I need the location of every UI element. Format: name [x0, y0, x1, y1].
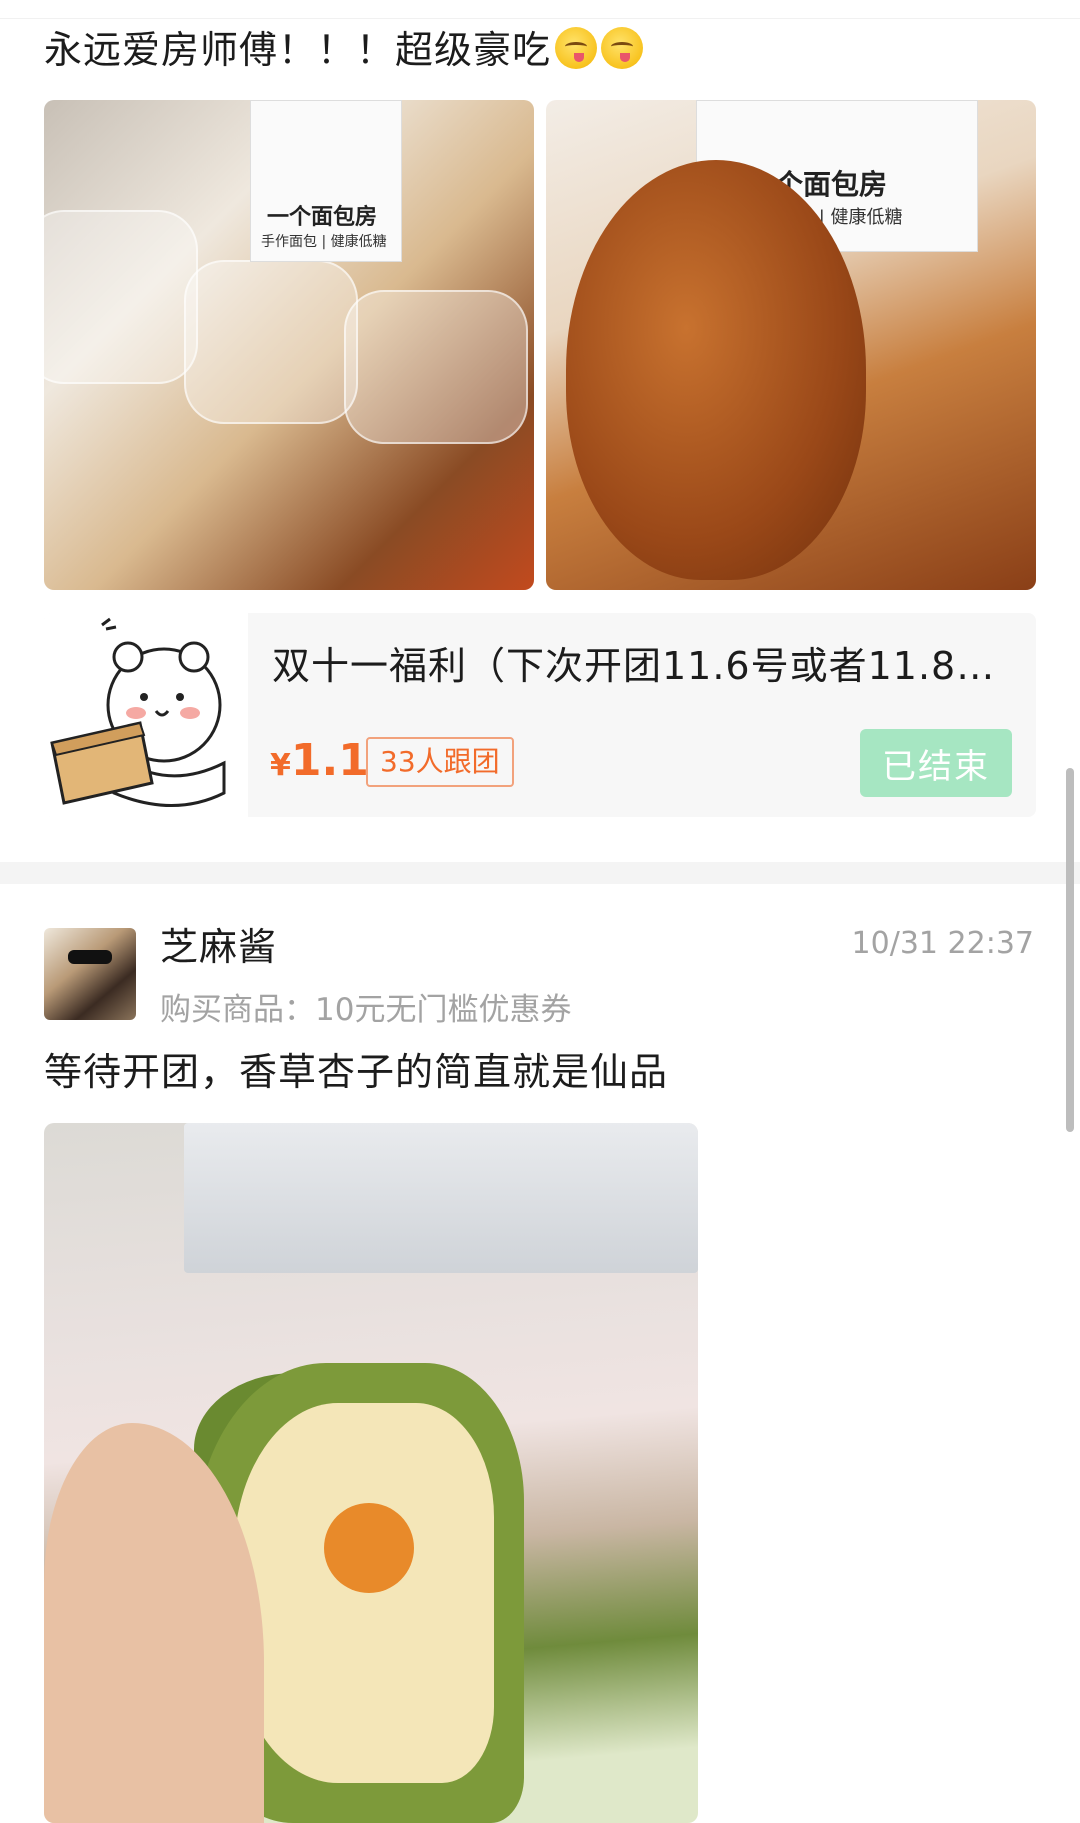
shop-label-subtext: 手作面包 | 健康低糖	[261, 234, 387, 250]
status-ended-button[interactable]: 已结束	[860, 729, 1012, 797]
group-count-badge: 33人跟团	[366, 737, 514, 787]
product-price: ¥1.1	[270, 735, 369, 786]
apricot-filling-shape	[324, 1503, 414, 1593]
post-text: 等待开团，香草杏子的简直就是仙品	[44, 1050, 669, 1094]
section-divider	[0, 862, 1080, 884]
shop-label-card: 一个面包房 手作面包 | 健康低糖	[250, 100, 402, 262]
stuffed-bun	[566, 160, 866, 580]
purchased-item-line[interactable]: 购买商品：10元无门槛优惠券	[160, 984, 571, 1029]
post-timestamp: 10/31 22:37	[851, 926, 1034, 961]
price-currency: ¥	[270, 748, 291, 783]
yum-face-emoji-icon	[601, 27, 644, 69]
scrollbar[interactable]	[1066, 768, 1074, 1132]
shop-label-text: 一个面包房	[267, 205, 378, 230]
keyboard-shape	[184, 1123, 698, 1273]
top-edge	[0, 0, 1080, 19]
yum-face-emoji-icon	[555, 27, 598, 69]
post-photo-bread-bags[interactable]: 一个面包房 手作面包 | 健康低糖	[44, 100, 534, 590]
product-card[interactable]: 双十一福利（下次开团11.6号或者11.8… ¥1.1 33人跟团 已结束	[44, 613, 1036, 817]
post-photo-matcha-pastry[interactable]	[44, 1123, 698, 1823]
bun-bag	[184, 260, 358, 424]
avatar[interactable]	[44, 928, 136, 1020]
sunglasses-shape	[68, 950, 112, 964]
bear-with-box-icon	[44, 613, 248, 817]
bagel-bag	[44, 210, 198, 384]
price-value: 1.1	[290, 735, 369, 786]
product-thumbnail	[44, 613, 248, 817]
pastry-cream-shape	[234, 1403, 494, 1783]
username[interactable]: 芝麻酱	[160, 922, 277, 972]
product-title[interactable]: 双十一福利（下次开团11.6号或者11.8…	[272, 631, 995, 701]
post-photo-stuffed-bun[interactable]: 一个面包房 手作面包 | 健康低糖	[546, 100, 1036, 590]
dark-bread-bag	[344, 290, 528, 444]
post-text: 永远爱房师傅！！！超级豪吃	[44, 26, 644, 74]
